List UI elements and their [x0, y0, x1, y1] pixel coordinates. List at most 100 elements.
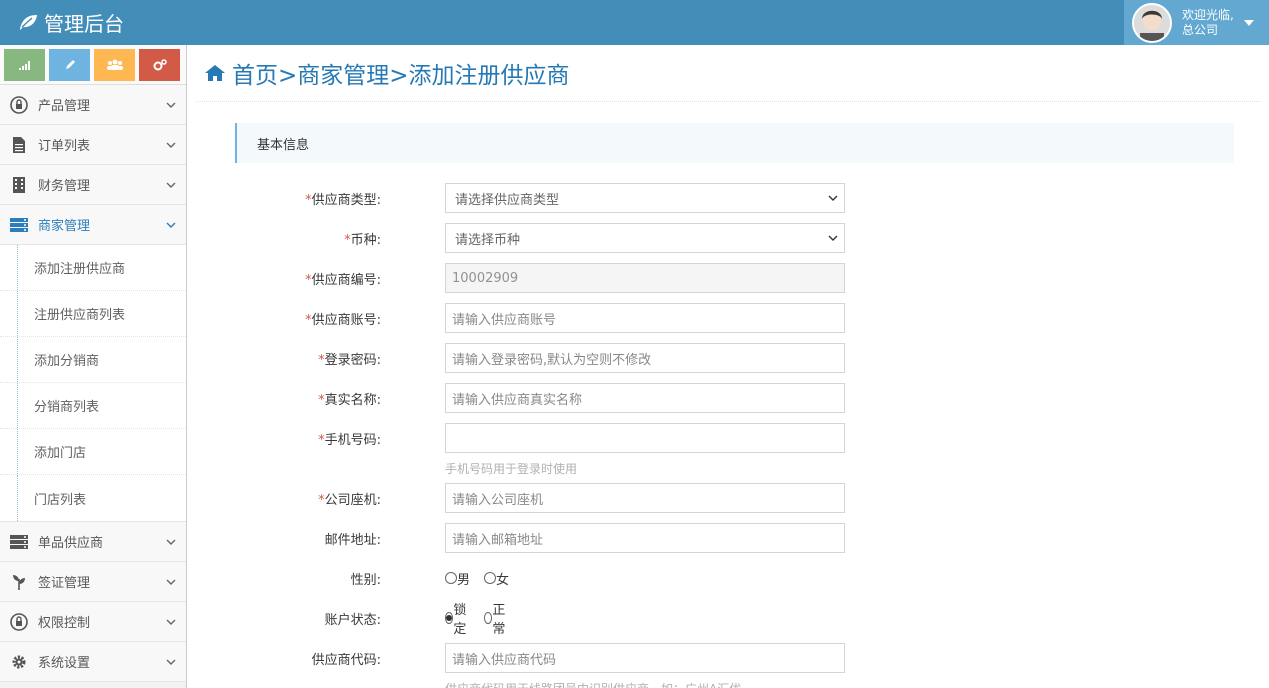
pencil-icon [65, 60, 75, 69]
radio-button[interactable] [484, 572, 497, 584]
submenu-merchants: 添加注册供应商 注册供应商列表 添加分销商 分销商列表 添加门店 门店列表 [0, 245, 186, 522]
submenu-item-add-distributor[interactable]: 添加分销商 [0, 337, 186, 383]
brand-title: 管理后台 [44, 11, 124, 36]
landline-label: *公司座机: [318, 492, 381, 508]
mobile-help-text: 手机号码用于登录时使用 [445, 462, 578, 476]
row-supplier-no: *供应商编号: 10002909 [188, 263, 845, 293]
currency-label: *币种: [344, 232, 381, 248]
supplier-code-input[interactable]: 请输入供应商代码 [445, 643, 845, 673]
mobile-label: *手机号码: [318, 432, 381, 448]
breadcrumb: 首页>商家管理>添加注册供应商 [196, 45, 1261, 102]
real-name-input[interactable]: 请输入供应商真实名称 [445, 383, 845, 413]
sidebar-item-settings[interactable]: 系统设置 [0, 642, 186, 682]
row-mobile: *手机号码: [188, 423, 845, 453]
account-input[interactable]: 请输入供应商账号 [445, 303, 845, 333]
status-label: 账户状态: [324, 612, 381, 628]
supplier-type-label: *供应商类型: [305, 192, 381, 208]
landline-input[interactable]: 请输入公司座机 [445, 483, 845, 513]
row-currency: *币种: 请选择币种 [188, 223, 845, 253]
row-status: 账户状态: 锁定 正常 [188, 603, 506, 637]
chevron-down-icon [156, 539, 186, 545]
leaf-icon [0, 573, 38, 591]
password-input[interactable]: 请输入登录密码,默认为空则不修改 [445, 343, 845, 373]
shortcut-pencil-button[interactable] [49, 49, 90, 81]
chevron-down-icon [156, 102, 186, 108]
chevron-down-icon [156, 659, 186, 665]
row-email: 邮件地址: 请输入邮箱地址 [188, 523, 845, 553]
email-input[interactable]: 请输入邮箱地址 [445, 523, 845, 553]
sidebar-item-visa[interactable]: 签证管理 [0, 562, 186, 602]
user-greeting: 欢迎光临, 总公司 [1182, 8, 1234, 38]
submenu-item-distributor-list[interactable]: 分销商列表 [0, 383, 186, 429]
radio-button[interactable] [445, 612, 454, 624]
gender-radio-group: 男 女 [445, 563, 523, 593]
sidebar-item-label: 订单列表 [38, 139, 91, 154]
submenu-item-add-supplier[interactable]: 添加注册供应商 [0, 245, 186, 291]
row-password: *登录密码: 请输入登录密码,默认为空则不修改 [188, 343, 845, 373]
sidebar-item-orders[interactable]: 订单列表 [0, 125, 186, 165]
file-icon [0, 136, 38, 154]
gender-female-option[interactable]: 女 [484, 569, 509, 588]
password-label: *登录密码: [318, 352, 381, 368]
account-label: *供应商账号: [305, 312, 381, 328]
submenu-item-add-store[interactable]: 添加门店 [0, 429, 186, 475]
user-menu[interactable]: 欢迎光临, 总公司 [1124, 0, 1269, 45]
caret-down-icon [1243, 19, 1254, 26]
home-icon[interactable] [204, 64, 226, 82]
top-navbar: 管理后台 欢迎光临, 总公司 [0, 0, 1269, 45]
page-title: 首页>商家管理>添加注册供应商 [232, 63, 570, 89]
email-label: 邮件地址: [324, 532, 381, 548]
gear-icon [0, 654, 38, 670]
chevron-down-icon [828, 195, 838, 201]
sidebar-item-products[interactable]: 产品管理 [0, 85, 186, 125]
avatar [1132, 2, 1172, 43]
submenu-item-store-list[interactable]: 门店列表 [0, 475, 186, 521]
supplier-no-field: 10002909 [445, 263, 845, 293]
radio-button[interactable] [445, 572, 457, 584]
signal-icon [18, 61, 30, 70]
section-title: 基本信息 [235, 123, 1234, 163]
supplier-type-select[interactable]: 请选择供应商类型 [445, 183, 845, 213]
server-icon [0, 217, 38, 233]
sidebar-item-label: 系统设置 [38, 656, 91, 671]
chevron-down-icon [156, 222, 186, 228]
main-content: 首页>商家管理>添加注册供应商 基本信息 *供应商类型: 请选择供应商类型 *币… [188, 45, 1269, 688]
leaf-icon [20, 15, 37, 30]
sidebar-item-merchants[interactable]: 商家管理 [0, 205, 186, 245]
status-locked-option[interactable]: 锁定 [445, 599, 470, 637]
building-icon [0, 176, 38, 194]
row-account: *供应商账号: 请输入供应商账号 [188, 303, 845, 333]
lock-icon [0, 612, 38, 631]
row-landline: *公司座机: 请输入公司座机 [188, 483, 845, 513]
row-real-name: *真实名称: 请输入供应商真实名称 [188, 383, 845, 413]
sidebar-item-finance[interactable]: 财务管理 [0, 165, 186, 205]
status-normal-option[interactable]: 正常 [484, 599, 509, 637]
chevron-down-icon [828, 235, 838, 241]
users-icon [106, 59, 123, 70]
greeting-text: 欢迎光临, [1182, 7, 1234, 22]
sidebar-item-single-supplier[interactable]: 单品供应商 [0, 522, 186, 562]
brand[interactable]: 管理后台 [18, 8, 124, 36]
sidebar-item-label: 签证管理 [38, 576, 91, 591]
chevron-down-icon [156, 182, 186, 188]
chevron-down-icon [156, 619, 186, 625]
cogs-icon [153, 59, 167, 71]
mobile-input[interactable] [445, 423, 845, 453]
shortcut-bar [0, 45, 186, 85]
gender-male-option[interactable]: 男 [445, 569, 470, 588]
sidebar-item-label: 单品供应商 [38, 536, 104, 551]
sidebar-item-permissions[interactable]: 权限控制 [0, 602, 186, 642]
submenu-item-supplier-list[interactable]: 注册供应商列表 [0, 291, 186, 337]
sidebar-item-label: 权限控制 [38, 616, 91, 631]
shortcut-cogs-button[interactable] [139, 49, 180, 81]
sidebar: 产品管理 订单列表 财务管理 商家管理 添加注册供应商 注册供应商列表 添加分销… [0, 45, 187, 688]
shortcut-signal-button[interactable] [4, 49, 45, 81]
currency-select[interactable]: 请选择币种 [445, 223, 845, 253]
supplier-code-label: 供应商代码: [311, 652, 381, 668]
row-gender: 性别: 男 女 [188, 563, 509, 593]
sidebar-item-label: 产品管理 [38, 99, 91, 114]
shortcut-users-button[interactable] [94, 49, 135, 81]
sidebar-item-label: 财务管理 [38, 179, 91, 194]
radio-button[interactable] [484, 612, 493, 624]
supplier-no-label: *供应商编号: [305, 272, 381, 288]
